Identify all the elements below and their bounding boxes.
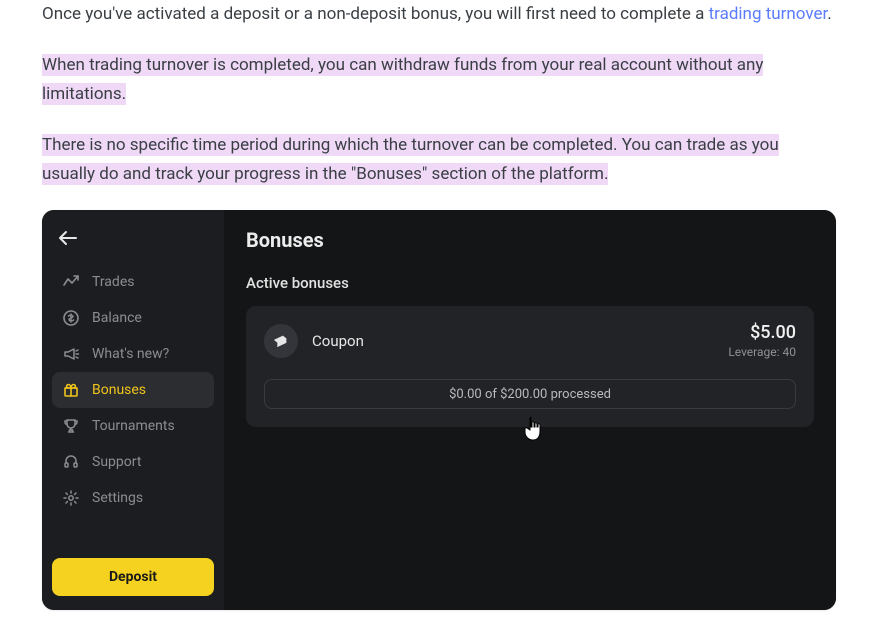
sidebar-item-label: Bonuses <box>92 382 146 398</box>
sidebar-item-label: Settings <box>92 490 143 506</box>
sidebar-item-label: Trades <box>92 274 134 290</box>
sidebar-item-label: Support <box>92 454 141 470</box>
bonus-leverage: Leverage: 40 <box>728 345 796 359</box>
sidebar: Trades Balance What's new? Bonuses <box>42 210 224 610</box>
bonus-amount: $5.00 <box>728 322 796 343</box>
sidebar-item-tournaments[interactable]: Tournaments <box>52 408 214 444</box>
gift-icon <box>62 381 80 399</box>
megaphone-icon <box>62 345 80 363</box>
trades-icon <box>62 273 80 291</box>
trading-turnover-link[interactable]: trading turnover <box>709 4 828 24</box>
deposit-button[interactable]: Deposit <box>52 558 214 596</box>
coupon-icon <box>264 324 298 358</box>
headset-icon <box>62 453 80 471</box>
sidebar-item-trades[interactable]: Trades <box>52 264 214 300</box>
sidebar-item-label: Balance <box>92 310 142 326</box>
sidebar-item-support[interactable]: Support <box>52 444 214 480</box>
sidebar-item-label: What's new? <box>92 346 169 362</box>
highlight-text-1: When trading turnover is completed, you … <box>42 54 763 105</box>
p1-post: . <box>827 4 831 24</box>
progress-text: $0.00 of $200.00 processed <box>449 387 611 402</box>
back-arrow-icon[interactable] <box>58 230 78 246</box>
section-title: Active bonuses <box>246 274 814 292</box>
highlight-text-2: There is no specific time period during … <box>42 134 779 185</box>
sidebar-item-label: Tournaments <box>92 418 175 434</box>
sidebar-item-whats-new[interactable]: What's new? <box>52 336 214 372</box>
trophy-icon <box>62 417 80 435</box>
sidebar-item-bonuses[interactable]: Bonuses <box>52 372 214 408</box>
main-panel: Bonuses Active bonuses Coupon $5.00 Leve… <box>224 210 836 610</box>
sidebar-item-settings[interactable]: Settings <box>52 480 214 516</box>
gear-icon <box>62 489 80 507</box>
p1-pre: Once you've activated a deposit or a non… <box>42 4 709 24</box>
app-screenshot: Trades Balance What's new? Bonuses <box>42 210 836 610</box>
highlight-paragraph-1: When trading turnover is completed, you … <box>42 51 835 109</box>
turnover-progress-bar[interactable]: $0.00 of $200.00 processed <box>264 379 796 409</box>
highlight-paragraph-2: There is no specific time period during … <box>42 131 835 189</box>
bonus-name: Coupon <box>312 332 714 350</box>
nav-list: Trades Balance What's new? Bonuses <box>52 264 214 546</box>
balance-icon <box>62 309 80 327</box>
page-title: Bonuses <box>246 228 814 252</box>
intro-paragraph: Once you've activated a deposit or a non… <box>42 0 835 29</box>
sidebar-item-balance[interactable]: Balance <box>52 300 214 336</box>
bonus-card[interactable]: Coupon $5.00 Leverage: 40 $0.00 of $200.… <box>246 306 814 427</box>
